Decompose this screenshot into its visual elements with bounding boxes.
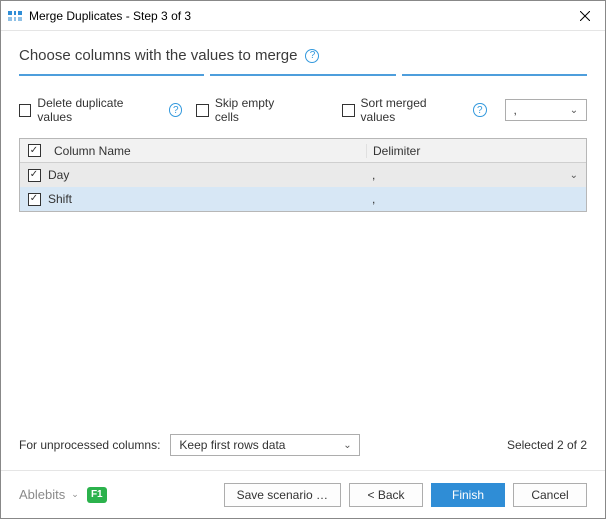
help-icon[interactable]: ?	[305, 49, 319, 63]
combo-value: Keep first rows data	[179, 438, 339, 452]
header-checkbox-cell	[20, 144, 48, 157]
header-column-name[interactable]: Column Name	[48, 144, 366, 158]
unprocessed-row: For unprocessed columns: Keep first rows…	[19, 434, 587, 456]
checkbox-box	[342, 104, 354, 117]
save-scenario-button[interactable]: Save scenario …	[224, 483, 341, 507]
spacer	[19, 212, 587, 426]
brand-label: Ablebits	[19, 487, 65, 502]
sort-merged-checkbox[interactable]: Sort merged values	[342, 96, 459, 124]
table-row[interactable]: Shift ,	[20, 187, 586, 211]
chevron-down-icon: ⌄	[566, 105, 582, 116]
checkbox-box	[19, 104, 31, 117]
checkbox-box	[196, 104, 208, 117]
brand-link[interactable]: Ablebits ⌄	[19, 487, 79, 502]
checkbox-label: Sort merged values	[361, 96, 460, 124]
header-delimiter[interactable]: Delimiter	[366, 144, 586, 158]
options-row: Delete duplicate values ? Skip empty cel…	[19, 96, 587, 124]
chevron-down-icon: ⌄	[570, 170, 578, 181]
help-icon[interactable]: ?	[473, 103, 486, 117]
step-seg	[402, 74, 587, 76]
columns-table: Column Name Delimiter Day , ⌄	[19, 138, 587, 212]
row-checkbox-cell	[20, 193, 48, 206]
selected-count: Selected 2 of 2	[507, 438, 587, 452]
row-name: Shift	[48, 192, 366, 206]
unprocessed-label: For unprocessed columns:	[19, 438, 160, 452]
checkbox-label: Delete duplicate values	[37, 96, 155, 124]
skip-empty-checkbox[interactable]: Skip empty cells	[196, 96, 297, 124]
checkbox-box	[28, 193, 41, 206]
app-icon	[7, 8, 23, 24]
footer: Ablebits ⌄ F1 Save scenario … < Back Fin…	[1, 470, 605, 518]
window-title: Merge Duplicates - Step 3 of 3	[29, 9, 565, 23]
checkbox-box	[28, 169, 41, 182]
chevron-down-icon: ⌄	[71, 489, 79, 500]
step-seg	[210, 74, 395, 76]
back-button[interactable]: < Back	[349, 483, 423, 507]
unprocessed-combo[interactable]: Keep first rows data ⌄	[170, 434, 360, 456]
cancel-button[interactable]: Cancel	[513, 483, 587, 507]
close-button[interactable]	[565, 1, 605, 31]
combo-value: ,	[514, 103, 566, 117]
select-all-checkbox[interactable]	[28, 144, 41, 157]
row-checkbox[interactable]	[28, 193, 41, 206]
help-icon[interactable]: ?	[169, 103, 182, 117]
table-header: Column Name Delimiter	[20, 139, 586, 163]
f1-help-button[interactable]: F1	[87, 487, 107, 503]
chevron-down-icon: ⌄	[339, 440, 355, 451]
row-delimiter-cell[interactable]: ,	[366, 192, 586, 206]
dialog-window: Merge Duplicates - Step 3 of 3 Choose co…	[0, 0, 606, 519]
row-name: Day	[48, 168, 366, 182]
row-checkbox[interactable]	[28, 169, 41, 182]
step-progress	[19, 74, 587, 76]
row-delimiter-cell[interactable]: , ⌄	[366, 168, 586, 182]
row-checkbox-cell	[20, 169, 48, 182]
heading-row: Choose columns with the values to merge …	[19, 47, 587, 64]
row-delimiter-value: ,	[372, 168, 375, 182]
table-row[interactable]: Day , ⌄	[20, 163, 586, 187]
checkbox-label: Skip empty cells	[215, 96, 297, 124]
checkbox-box	[28, 144, 41, 157]
page-heading: Choose columns with the values to merge	[19, 47, 297, 64]
dialog-body: Choose columns with the values to merge …	[1, 31, 605, 470]
row-delimiter-value: ,	[372, 192, 375, 206]
sort-delimiter-combo[interactable]: , ⌄	[505, 99, 587, 121]
step-seg	[19, 74, 204, 76]
delete-duplicates-checkbox[interactable]: Delete duplicate values	[19, 96, 155, 124]
titlebar: Merge Duplicates - Step 3 of 3	[1, 1, 605, 31]
finish-button[interactable]: Finish	[431, 483, 505, 507]
